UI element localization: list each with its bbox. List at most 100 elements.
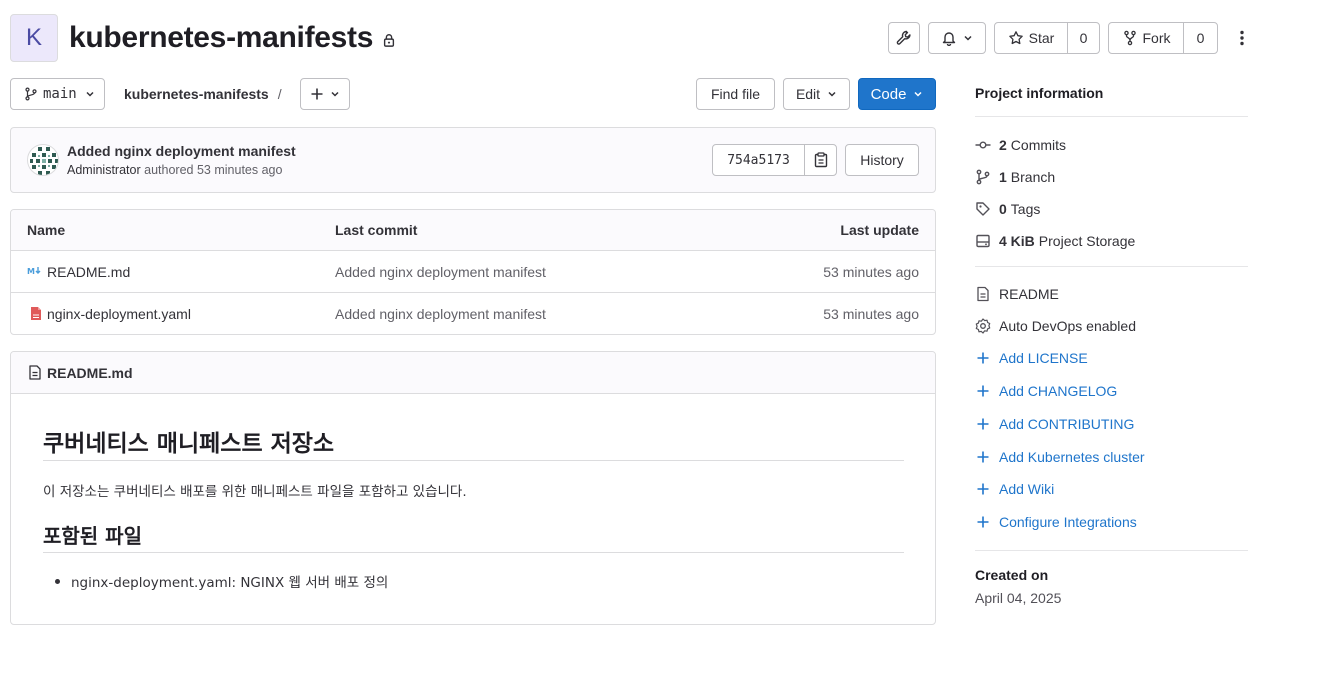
sidebar-divider [975, 550, 1248, 551]
add-contributing-link[interactable]: Add CONTRIBUTING [975, 416, 1134, 432]
file-name-link[interactable]: README.md [47, 264, 130, 280]
breadcrumb: kubernetes-manifests / [124, 78, 282, 110]
file-tree-table: Name Last commit Last update M README.md… [10, 209, 936, 335]
star-icon [1008, 30, 1024, 46]
plus-icon [975, 514, 991, 530]
commit-sha-box[interactable]: 754a5173 [712, 144, 805, 176]
plus-icon [975, 449, 991, 465]
wrench-icon [896, 30, 912, 46]
code-dropdown-button[interactable]: Code [858, 78, 936, 110]
tag-icon [975, 201, 991, 217]
notification-button[interactable] [928, 22, 986, 54]
project-avatar-letter: K [25, 24, 42, 51]
commits-count: 2 [999, 137, 1007, 153]
sidebar-title: Project information [975, 85, 1104, 101]
copy-icon [814, 152, 828, 168]
branch-label: Branch [1010, 169, 1056, 185]
project-title: kubernetes-manifests [69, 18, 396, 58]
file-last-update: 53 minutes ago [823, 264, 919, 280]
star-count[interactable]: 0 [1067, 22, 1100, 54]
fork-icon [1122, 30, 1138, 46]
fork-button[interactable]: Fork [1108, 22, 1184, 54]
edit-dropdown-button[interactable]: Edit [783, 78, 850, 110]
sidebar-storage-link[interactable]: 4 KiB Project Storage [975, 233, 1135, 249]
code-label: Code [870, 85, 907, 103]
sidebar-tags-link[interactable]: 0 Tags [975, 201, 1040, 217]
branch-name: main [43, 86, 77, 102]
commit-icon [975, 137, 991, 153]
tags-count: 0 [999, 201, 1007, 217]
readme-heading-1: 쿠버네티스 매니페스트 저장소 [43, 431, 335, 457]
created-on-value: April 04, 2025 [975, 590, 1062, 606]
document-icon [975, 286, 991, 302]
table-header: Name Last commit Last update [11, 210, 935, 251]
heading-divider [43, 460, 904, 461]
commit-time: 53 minutes ago [196, 163, 283, 177]
list-item-text: nginx-deployment.yaml: NGINX 웹 서버 배포 정의 [71, 575, 389, 591]
file-last-commit-link[interactable]: Added nginx deployment manifest [335, 306, 546, 322]
svg-text:M: M [27, 267, 35, 276]
plus-icon [975, 416, 991, 432]
project-avatar[interactable]: K [10, 14, 58, 62]
sidebar-branches-link[interactable]: 1 Branch [975, 169, 1055, 185]
configure-integrations-link[interactable]: Configure Integrations [975, 514, 1137, 530]
branch-selector[interactable]: main [10, 78, 105, 110]
add-to-tree-button[interactable] [300, 78, 350, 110]
readme-filename[interactable]: README.md [47, 365, 133, 381]
created-on-label: Created on [975, 567, 1049, 583]
last-commit-panel: Added nginx deployment manifest Administ… [10, 127, 936, 193]
readme-heading-2: 포함된 파일 [43, 524, 142, 548]
plus-icon [310, 87, 324, 101]
readme-link-label: README [999, 286, 1059, 302]
column-header-last-update: Last update [840, 222, 919, 238]
history-label: History [860, 152, 904, 168]
add-changelog-link[interactable]: Add CHANGELOG [975, 383, 1117, 399]
sidebar-commits-link[interactable]: 2 Commits [975, 137, 1066, 153]
find-file-button[interactable]: Find file [696, 78, 775, 110]
storage-label: Project Storage [1038, 233, 1136, 249]
bullet [55, 578, 60, 584]
breadcrumb-project-link[interactable]: kubernetes-manifests [124, 86, 269, 102]
fork-count-value: 0 [1196, 30, 1205, 46]
history-button[interactable]: History [845, 144, 919, 176]
readme-panel: README.md 쿠버네티스 매니페스트 저장소 이 저장소는 쿠버네티스 배… [10, 351, 936, 625]
yaml-file-icon [30, 306, 42, 321]
plus-icon [975, 350, 991, 366]
table-row[interactable]: nginx-deployment.yaml Added nginx deploy… [11, 293, 935, 334]
fork-label: Fork [1142, 30, 1171, 46]
commits-label: Commits [1010, 137, 1067, 153]
file-name-link[interactable]: nginx-deployment.yaml [47, 306, 191, 322]
sidebar-readme-link[interactable]: README [975, 286, 1059, 302]
commit-author[interactable]: Administrator [67, 163, 141, 177]
branch-count: 1 [999, 169, 1007, 185]
copy-sha-button[interactable] [804, 144, 837, 176]
add-wiki-link[interactable]: Add Wiki [975, 481, 1054, 497]
tags-label: Tags [1010, 201, 1041, 217]
table-row[interactable]: M README.md Added nginx deployment manif… [11, 251, 935, 293]
add-kubernetes-cluster-link[interactable]: Add Kubernetes cluster [975, 449, 1145, 465]
commit-title[interactable]: Added nginx deployment manifest [67, 143, 296, 159]
commit-author-avatar[interactable] [27, 144, 59, 176]
chevron-down-icon [963, 33, 973, 43]
commit-authored-text: authored [144, 163, 194, 177]
edit-label: Edit [795, 86, 821, 102]
more-actions-button[interactable] [1228, 22, 1256, 54]
star-count-value: 0 [1079, 30, 1088, 46]
settings-wrench-button[interactable] [888, 22, 920, 54]
fork-count[interactable]: 0 [1183, 22, 1218, 54]
plus-icon [975, 481, 991, 497]
plus-icon [975, 383, 991, 399]
heading-divider [43, 552, 904, 553]
storage-icon [975, 233, 991, 249]
commit-meta: Administrator authored 53 minutes ago [67, 163, 282, 177]
sidebar-autodevops-link[interactable]: Auto DevOps enabled [975, 318, 1136, 334]
add-license-link[interactable]: Add LICENSE [975, 350, 1088, 366]
chevron-down-icon [330, 89, 340, 99]
storage-size: 4 KiB [999, 233, 1035, 249]
list-item: nginx-deployment.yaml: NGINX 웹 서버 배포 정의 [55, 571, 388, 591]
markdown-icon: M [27, 264, 43, 278]
star-button[interactable]: Star [994, 22, 1068, 54]
gear-icon [975, 318, 991, 334]
file-last-commit-link[interactable]: Added nginx deployment manifest [335, 264, 546, 280]
readme-intro-paragraph: 이 저장소는 쿠버네티스 배포를 위한 매니페스트 파일을 포함하고 있습니다. [43, 484, 467, 500]
